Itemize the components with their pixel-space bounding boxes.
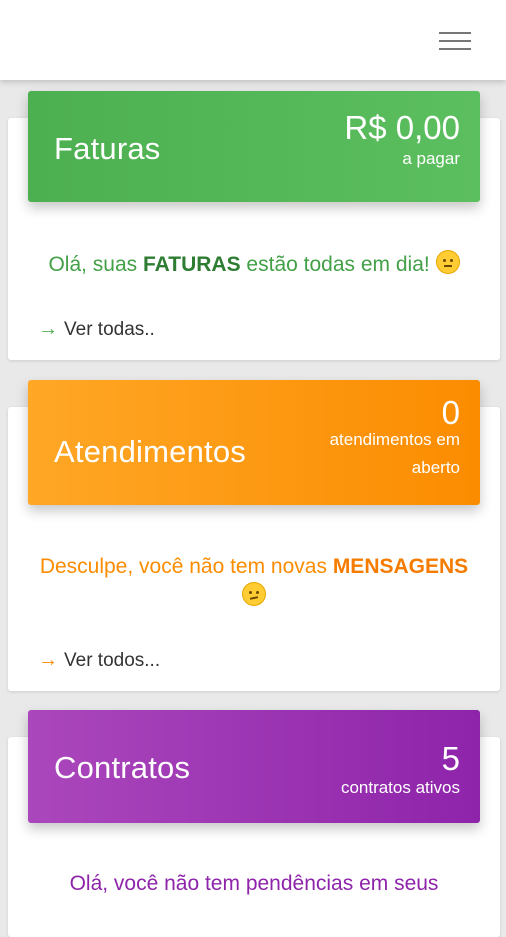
faturas-amount: R$ 0,00 bbox=[344, 109, 460, 146]
atendimentos-message: Desculpe, você não tem novas MENSAGENS bbox=[8, 552, 500, 612]
hamburger-menu-icon[interactable] bbox=[436, 28, 472, 54]
faturas-amount-caption: a pagar bbox=[402, 149, 460, 168]
contratos-title: Contratos bbox=[54, 750, 191, 785]
faturas-highlight: FATURAS bbox=[142, 253, 241, 276]
contratos-count: 5 bbox=[441, 740, 460, 777]
atendimentos-count-caption: atendimentos em aberto bbox=[329, 430, 460, 477]
ver-todos-atendimentos-link[interactable]: → Ver todos... bbox=[38, 649, 160, 672]
confused-emoji-icon bbox=[242, 582, 266, 606]
faturas-header[interactable]: Faturas R$ 0,00 a pagar bbox=[28, 91, 480, 202]
contratos-header[interactable]: Contratos 5 contratos ativos bbox=[28, 710, 480, 823]
contratos-message: Olá, você não tem pendências em seus bbox=[69, 872, 439, 895]
arrow-right-icon: → bbox=[38, 318, 58, 340]
wink-emoji-icon bbox=[435, 250, 460, 274]
contratos-count-caption: contratos ativos bbox=[340, 778, 460, 797]
atendimentos-count: 0 bbox=[441, 394, 460, 431]
arrow-right-icon: → bbox=[38, 649, 58, 671]
atendimentos-header[interactable]: Atendimentos 0 atendimentos em aberto bbox=[28, 380, 480, 505]
faturas-title: Faturas bbox=[54, 131, 161, 166]
app-header bbox=[0, 0, 506, 80]
faturas-message: Olá, suas FATURAS estão todas em dia! bbox=[8, 250, 500, 280]
atendimentos-highlight: MENSAGENS bbox=[332, 555, 469, 578]
ver-todas-faturas-link[interactable]: → Ver todas.. bbox=[38, 318, 155, 341]
atendimentos-title: Atendimentos bbox=[54, 434, 246, 469]
